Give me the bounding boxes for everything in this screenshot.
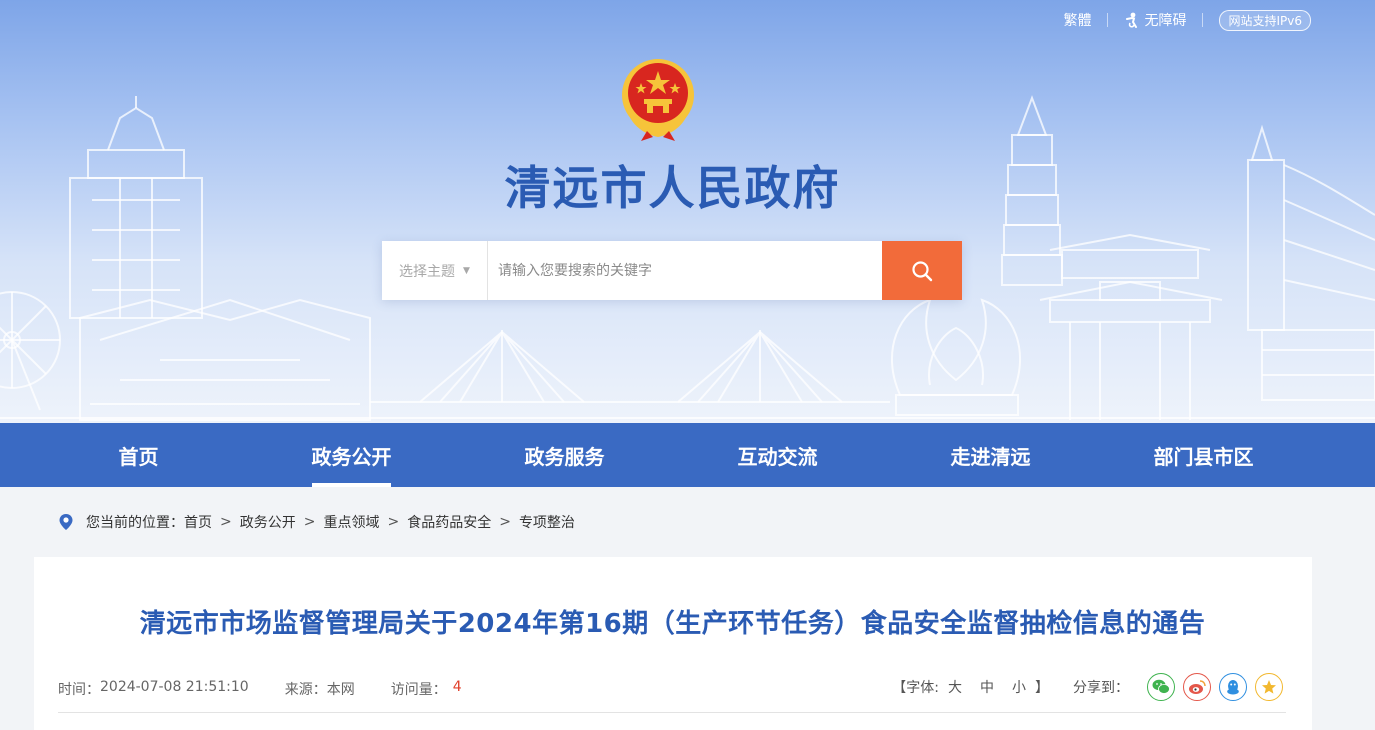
source-label: 来源： — [284, 682, 327, 698]
search-input[interactable] — [488, 241, 882, 300]
share-label: 分享到： — [1073, 680, 1129, 696]
qzone-icon — [1262, 680, 1276, 694]
share-weibo-button[interactable] — [1183, 673, 1211, 701]
meta-divider — [58, 712, 1286, 713]
font-size-large-button[interactable]: 大 — [948, 677, 962, 697]
nav-item-gov-services[interactable]: 政务服务 — [458, 423, 671, 487]
share-qzone-button[interactable] — [1255, 673, 1283, 701]
site-title: 清远市人民政府 — [504, 161, 841, 215]
qq-icon — [1227, 679, 1239, 694]
article-source: 来源： 本网 — [285, 679, 355, 699]
top-links: 繁體 无障碍 网站支持IPv6 — [1063, 9, 1311, 31]
weibo-icon — [1189, 680, 1206, 694]
breadcrumb-item[interactable]: 政务公开 — [240, 512, 296, 532]
breadcrumb-separator: > — [220, 514, 232, 530]
breadcrumb-prefix: 您当前的位置： — [86, 515, 184, 531]
nav-item-departments[interactable]: 部门县市区 — [1097, 423, 1310, 487]
breadcrumb-separator: > — [387, 514, 400, 530]
share-qq-button[interactable] — [1219, 673, 1247, 701]
search-bar: 选择主题 ▼ — [382, 241, 962, 300]
font-size-small-button[interactable]: 小 — [1012, 677, 1026, 697]
location-pin-icon — [59, 514, 73, 530]
font-size-suffix: 】 — [1035, 680, 1049, 696]
ipv6-badge: 网站支持IPv6 — [1219, 9, 1311, 31]
nav-item-interaction[interactable]: 互动交流 — [671, 423, 884, 487]
traditional-chinese-link[interactable]: 繁體 — [1063, 10, 1091, 30]
top-link-divider — [1107, 13, 1109, 27]
article-meta: 时间： 2024-07-08 21:51:10 来源： 本网 访问量： 4 — [58, 679, 498, 699]
header-banner: 繁體 无障碍 网站支持IPv6 清远市人民政府 选择主题 ▼ — [0, 0, 1375, 423]
person-icon — [1126, 12, 1138, 28]
wechat-icon — [1152, 679, 1170, 694]
topic-select-label: 选择主题 — [399, 263, 456, 280]
view-count-label: 访问量： — [390, 682, 447, 698]
font-size-medium-button[interactable]: 中 — [980, 677, 994, 697]
publish-time-value: 2024-07-08 21:51:10 — [100, 679, 249, 695]
top-link-divider — [1202, 13, 1204, 27]
search-button[interactable] — [882, 241, 962, 300]
article-title: 清远市市场监督管理局关于2024年第16期（生产环节任务）食品安全监督抽检信息的… — [139, 609, 1206, 639]
source-value: 本网 — [326, 682, 355, 698]
nav-item-gov-affairs-open[interactable]: 政务公开 — [245, 423, 458, 487]
breadcrumb-item[interactable]: 重点领域 — [323, 512, 379, 532]
breadcrumb-item[interactable]: 首页 — [184, 512, 212, 532]
national-emblem-icon — [622, 59, 694, 141]
accessibility-link[interactable]: 无障碍 — [1124, 10, 1186, 30]
breadcrumb-item[interactable]: 专项整治 — [519, 512, 575, 532]
topic-select[interactable]: 选择主题 ▼ — [382, 241, 488, 300]
main-nav: 首页 政务公开 政务服务 互动交流 走进清远 部门县市区 — [0, 423, 1375, 487]
accessibility-label: 无障碍 — [1144, 13, 1187, 29]
view-count: 访问量： 4 — [391, 679, 462, 699]
nav-item-home[interactable]: 首页 — [32, 423, 245, 487]
breadcrumb-item[interactable]: 食品药品安全 — [407, 512, 491, 532]
share-wechat-button[interactable] — [1147, 673, 1175, 701]
nav-item-about-qingyuan[interactable]: 走进清远 — [884, 423, 1097, 487]
publish-time: 时间： 2024-07-08 21:51:10 — [58, 679, 249, 699]
search-icon — [912, 260, 933, 281]
font-size-prefix: 【字体: — [892, 680, 939, 696]
view-count-value: 4 — [452, 679, 462, 695]
publish-time-label: 时间： — [58, 682, 100, 698]
article-card — [34, 557, 1312, 730]
breadcrumb: 您当前的位置： 首页 > 政务公开 > 重点领域 > 食品药品安全 > 专项整治 — [58, 511, 575, 533]
chevron-down-icon: ▼ — [463, 265, 470, 276]
article-tools: 【字体: 大 中 小 】 分享到： — [892, 673, 1283, 701]
breadcrumb-separator: > — [303, 514, 316, 530]
breadcrumb-separator: > — [499, 514, 511, 530]
